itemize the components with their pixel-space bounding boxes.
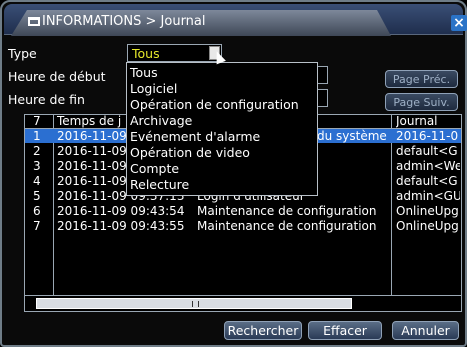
dropdown-option[interactable]: Opération de configuration <box>130 97 299 112</box>
dropdown-option[interactable]: Relecture <box>130 177 189 192</box>
type-label: Type <box>8 46 37 61</box>
row-index: 7 <box>33 219 41 233</box>
cancel-button[interactable]: Annuler <box>392 321 459 340</box>
dropdown-option[interactable]: Archivage <box>130 113 192 128</box>
folder-icon <box>28 17 40 26</box>
row-event: Maintenance de configuration <box>197 219 377 233</box>
row-journal: default<G <box>396 174 458 188</box>
row-time: 2016-11-09 09:43:55 <box>57 219 185 233</box>
row-index: 1 <box>33 129 41 143</box>
dropdown-option[interactable]: Compte <box>130 161 179 176</box>
start-time-label: Heure de début <box>8 69 106 84</box>
row-event: Maintenance de configuration <box>197 204 377 218</box>
row-index: 2 <box>33 144 41 158</box>
window-title: INFORMATIONS > Journal <box>42 14 206 29</box>
dropdown-option[interactable]: Logiciel <box>130 81 177 96</box>
next-page-button[interactable]: Page Suiv. <box>385 93 458 111</box>
row-journal: admin<GU <box>396 189 460 203</box>
dropdown-option[interactable]: Evénement d'alarme <box>130 129 260 144</box>
type-dropdown-menu: Tous Logiciel Opération de configuration… <box>126 62 318 196</box>
type-select[interactable]: Tous <box>127 44 222 62</box>
row-journal: OnlineUpg <box>396 219 459 233</box>
row-index: 5 <box>33 189 41 203</box>
row-time: 2016-11-09 09:43:54 <box>57 204 185 218</box>
end-time-label: Heure de fin <box>8 92 85 107</box>
scrollbar-thumb[interactable] <box>36 298 352 309</box>
row-journal: OnlineUpg <box>396 204 459 218</box>
close-icon[interactable]: × <box>451 15 467 31</box>
type-select-value: Tous <box>132 46 160 61</box>
search-button[interactable]: Rechercher <box>224 321 302 340</box>
row-journal: admin<We <box>396 159 460 173</box>
prev-page-button[interactable]: Page Préc. <box>385 70 458 88</box>
horizontal-scrollbar[interactable] <box>25 295 461 311</box>
row-index: 4 <box>33 174 41 188</box>
table-row[interactable]: 7 2016-11-09 09:43:55 Maintenance de con… <box>25 219 461 233</box>
grip-icon <box>192 301 199 307</box>
header-index: 7 <box>33 114 41 128</box>
header-journal: Journal <box>396 114 438 128</box>
row-journal: 2016-11-0 <box>396 129 459 143</box>
dropdown-option[interactable]: Opération de video <box>130 145 250 160</box>
row-index: 3 <box>33 159 41 173</box>
clear-button[interactable]: Effacer <box>308 321 382 340</box>
row-event: du système <box>317 129 387 143</box>
row-journal: default<G <box>396 144 458 158</box>
dropdown-option[interactable]: Tous <box>130 65 158 80</box>
title-bar: INFORMATIONS > Journal × <box>4 4 467 36</box>
table-row[interactable]: 6 2016-11-09 09:43:54 Maintenance de con… <box>25 204 461 218</box>
row-index: 6 <box>33 204 41 218</box>
